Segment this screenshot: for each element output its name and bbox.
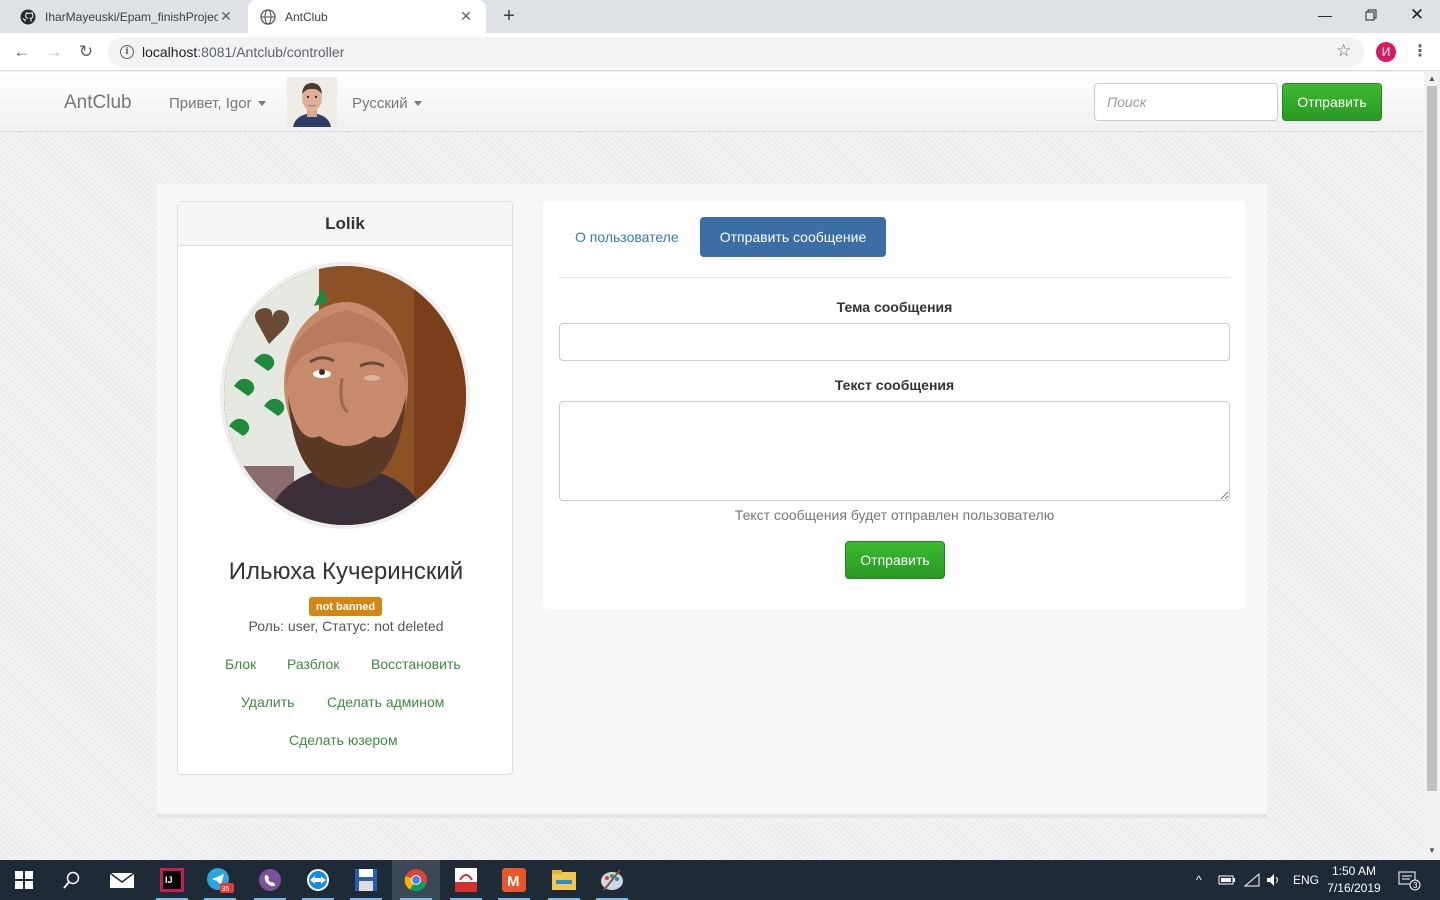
file-explorer-icon[interactable] — [540, 860, 588, 900]
scroll-up-icon[interactable]: ▲ — [1428, 74, 1436, 83]
profile-photo — [220, 262, 470, 529]
tab-divider — [559, 277, 1230, 278]
mail-icon[interactable] — [98, 860, 146, 900]
block-user-link[interactable]: Блок — [225, 656, 256, 672]
browser-tab-github[interactable]: IharMayeuski/Epam_finishProject ✕ — [8, 0, 246, 33]
close-window-icon[interactable]: ✕ — [1394, 0, 1440, 30]
unblock-user-link[interactable]: Разблок — [287, 656, 339, 672]
url-path: :8081/Antclub/controller — [197, 44, 345, 60]
input-language[interactable]: ENG — [1293, 860, 1319, 900]
tab-title: IharMayeuski/Epam_finishProject — [45, 9, 218, 24]
chrome-icon[interactable] — [392, 860, 440, 900]
close-tab-icon[interactable]: ✕ — [218, 8, 234, 25]
subject-label: Тема сообщения — [836, 299, 953, 315]
github-icon — [20, 9, 36, 25]
globe-icon — [260, 8, 276, 25]
delete-user-link[interactable]: Удалить — [241, 694, 294, 710]
clock-date: 7/16/2019 — [1327, 881, 1381, 895]
body-label: Текст сообщения — [834, 377, 955, 393]
brand-link[interactable]: AntClub — [64, 92, 132, 114]
browser-toolbar: ← → ↻ i localhost:8081/Antclub/controlle… — [0, 33, 1440, 71]
caret-down-icon — [413, 101, 422, 106]
scroll-down-icon[interactable]: ▼ — [1428, 846, 1436, 855]
browser-tab-antclub[interactable]: AntClub ✕ — [248, 0, 486, 33]
info-icon[interactable]: i — [120, 45, 134, 59]
menu-kebab-icon[interactable]: ⋮ — [1412, 41, 1428, 61]
search-icon[interactable] — [48, 860, 96, 900]
telegram-badge: 35 — [222, 886, 230, 893]
browser-tab-strip: IharMayeuski/Epam_finishProject ✕ AntClu… — [0, 0, 1440, 33]
notification-count: 3 — [1413, 881, 1418, 890]
make-admin-link[interactable]: Сделать админом — [327, 694, 444, 710]
url-host: localhost — [142, 44, 198, 60]
user-dropdown[interactable]: Привет, Igor — [169, 95, 266, 112]
profile-login: Lolik — [178, 202, 512, 246]
main-container: Lolik Ильюха Кучеринский not banned Роль… — [157, 184, 1267, 818]
windows-taskbar: IJ 35 M ^ ENG 1:50 AM 7/16/2019 3 — [0, 860, 1440, 900]
wifi-icon[interactable] — [1244, 860, 1260, 900]
notifications-icon[interactable]: 3 — [1398, 860, 1422, 900]
teamviewer-icon[interactable] — [294, 860, 342, 900]
bookmark-star-icon[interactable]: ☆ — [1336, 41, 1351, 61]
page-scrollbar[interactable]: ▲ ▼ — [1424, 72, 1440, 860]
profile-full-name: Ильюха Кучеринский — [228, 558, 464, 585]
search-input[interactable] — [1094, 83, 1278, 121]
search-submit-button[interactable]: Отправить — [1282, 83, 1382, 121]
restore-user-link[interactable]: Восстановить — [371, 656, 461, 672]
scrollbar-thumb[interactable] — [1427, 86, 1437, 791]
profile-avatar[interactable]: И — [1376, 42, 1396, 62]
svg-text:IJ: IJ — [165, 875, 173, 885]
save-icon[interactable] — [342, 860, 390, 900]
minimize-icon[interactable]: — — [1302, 0, 1348, 30]
reload-icon[interactable]: ↻ — [72, 38, 100, 66]
greeting-label: Привет, Igor — [169, 95, 252, 112]
make-user-link[interactable]: Сделать юзером — [289, 732, 398, 748]
message-body-textarea[interactable] — [559, 401, 1230, 501]
viber-icon[interactable] — [246, 860, 294, 900]
battery-icon[interactable] — [1218, 860, 1236, 900]
tab-send-message[interactable]: Отправить сообщение — [700, 217, 886, 257]
svg-text:M: M — [507, 873, 520, 890]
role-status-line: Роль: user, Статус: not deleted — [248, 618, 444, 634]
language-dropdown[interactable]: Русский — [352, 95, 422, 112]
pdf-icon[interactable] — [442, 860, 490, 900]
site-navbar: AntClub Привет, Igor Русский Отправить — [0, 72, 1424, 132]
message-card: О пользователе Отправить сообщение Тема … — [543, 201, 1246, 609]
volume-icon[interactable] — [1266, 860, 1282, 900]
address-bar[interactable]: i localhost:8081/Antclub/controller — [108, 37, 1364, 67]
profile-card: Lolik Ильюха Кучеринский not banned Роль… — [177, 201, 513, 775]
start-icon[interactable] — [0, 860, 48, 900]
caret-down-icon — [257, 101, 266, 106]
mail-ru-icon[interactable]: M — [490, 860, 538, 900]
tab-about-user[interactable]: О пользователе — [560, 217, 694, 257]
page-viewport: AntClub Привет, Igor Русский Отправить — [0, 72, 1424, 860]
message-help-text: Текст сообщения будет отправлен пользова… — [734, 507, 1055, 523]
telegram-icon[interactable]: 35 — [196, 860, 244, 900]
taskbar-clock[interactable]: 1:50 AM 7/16/2019 — [1320, 863, 1388, 897]
back-icon[interactable]: ← — [8, 38, 36, 66]
close-tab-icon[interactable]: ✕ — [458, 8, 474, 25]
show-hidden-icons[interactable]: ^ — [1196, 860, 1202, 900]
clock-time: 1:50 AM — [1331, 864, 1377, 878]
tab-title: AntClub — [285, 9, 328, 24]
maximize-icon[interactable] — [1348, 0, 1394, 30]
new-tab-button[interactable]: + — [498, 5, 520, 27]
send-message-button[interactable]: Отправить — [845, 541, 945, 579]
subject-input[interactable] — [559, 323, 1230, 361]
language-label: Русский — [352, 95, 408, 112]
paint-icon[interactable] — [588, 860, 636, 900]
intellij-icon[interactable]: IJ — [148, 860, 196, 900]
ban-status-badge: not banned — [309, 597, 382, 616]
forward-icon[interactable]: → — [40, 38, 68, 66]
user-avatar[interactable] — [287, 77, 337, 127]
